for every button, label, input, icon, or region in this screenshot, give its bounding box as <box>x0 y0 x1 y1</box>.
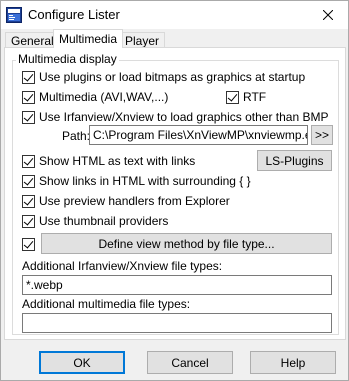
help-button[interactable]: Help <box>250 351 336 374</box>
additional-irfanview-input[interactable]: *.webp <box>22 275 332 295</box>
tab-multimedia[interactable]: Multimedia <box>53 29 124 48</box>
checkbox-box[interactable] <box>22 110 35 124</box>
preview-handlers-label: Use preview handlers from Explorer <box>39 194 230 208</box>
browse-button[interactable]: >> <box>311 125 333 145</box>
additional-irfanview-label: Additional Irfanview/Xnview file types: <box>22 259 223 273</box>
close-button[interactable] <box>308 1 348 29</box>
multimedia-tab-panel: Multimedia display Use plugins or load b… <box>4 47 346 340</box>
checkbox-box[interactable] <box>226 90 239 104</box>
ok-button[interactable]: OK <box>39 351 125 374</box>
define-view-method-checkbox[interactable] <box>22 238 39 251</box>
rtf-checkbox[interactable]: RTF <box>226 90 266 104</box>
checkbox-box[interactable] <box>22 174 35 188</box>
tab-strip: General Multimedia Player <box>3 29 348 48</box>
close-icon <box>323 10 333 20</box>
configure-lister-dialog: Configure Lister General Multimedia Play… <box>0 0 349 381</box>
ls-plugins-button[interactable]: LS-Plugins <box>257 150 332 171</box>
use-plugins-checkbox[interactable]: Use plugins or load bitmaps as graphics … <box>22 70 305 84</box>
group-label: Multimedia display <box>16 52 119 66</box>
title-bar: Configure Lister <box>1 1 348 29</box>
additional-multimedia-input[interactable] <box>22 313 332 333</box>
path-input[interactable]: C:\Program Files\XnViewMP\xnviewmp.exe <box>89 125 308 145</box>
checkbox-box[interactable] <box>22 90 35 104</box>
cancel-button[interactable]: Cancel <box>147 351 233 374</box>
checkbox-box[interactable] <box>22 238 35 251</box>
tab-player[interactable]: Player <box>119 32 166 48</box>
multimedia-label: Multimedia (AVI,WAV,...) <box>39 90 169 104</box>
show-links-checkbox[interactable]: Show links in HTML with surrounding { } <box>22 174 251 188</box>
thumbnail-providers-label: Use thumbnail providers <box>39 214 169 228</box>
define-view-method-button[interactable]: Define view method by file type... <box>41 233 332 254</box>
tab-general[interactable]: General <box>5 32 60 48</box>
use-plugins-label: Use plugins or load bitmaps as graphics … <box>39 70 306 84</box>
checkbox-box[interactable] <box>22 154 35 168</box>
irfanview-label: Use Irfanview/Xnview to load graphics ot… <box>39 110 329 124</box>
checkbox-box[interactable] <box>22 194 35 208</box>
rtf-label: RTF <box>243 90 267 104</box>
show-links-label: Show links in HTML with surrounding { } <box>39 174 251 188</box>
irfanview-checkbox[interactable]: Use Irfanview/Xnview to load graphics ot… <box>22 110 328 124</box>
thumbnail-providers-checkbox[interactable]: Use thumbnail providers <box>22 214 168 228</box>
show-html-label: Show HTML as text with links <box>39 154 196 168</box>
checkbox-box[interactable] <box>22 214 35 228</box>
lister-icon <box>6 7 22 23</box>
additional-multimedia-label: Additional multimedia file types: <box>22 297 191 311</box>
checkbox-box[interactable] <box>22 70 35 84</box>
preview-handlers-checkbox[interactable]: Use preview handlers from Explorer <box>22 194 230 208</box>
path-label: Path: <box>62 129 91 143</box>
show-html-checkbox[interactable]: Show HTML as text with links <box>22 154 195 168</box>
window-title: Configure Lister <box>28 7 120 22</box>
multimedia-checkbox[interactable]: Multimedia (AVI,WAV,...) <box>22 90 168 104</box>
